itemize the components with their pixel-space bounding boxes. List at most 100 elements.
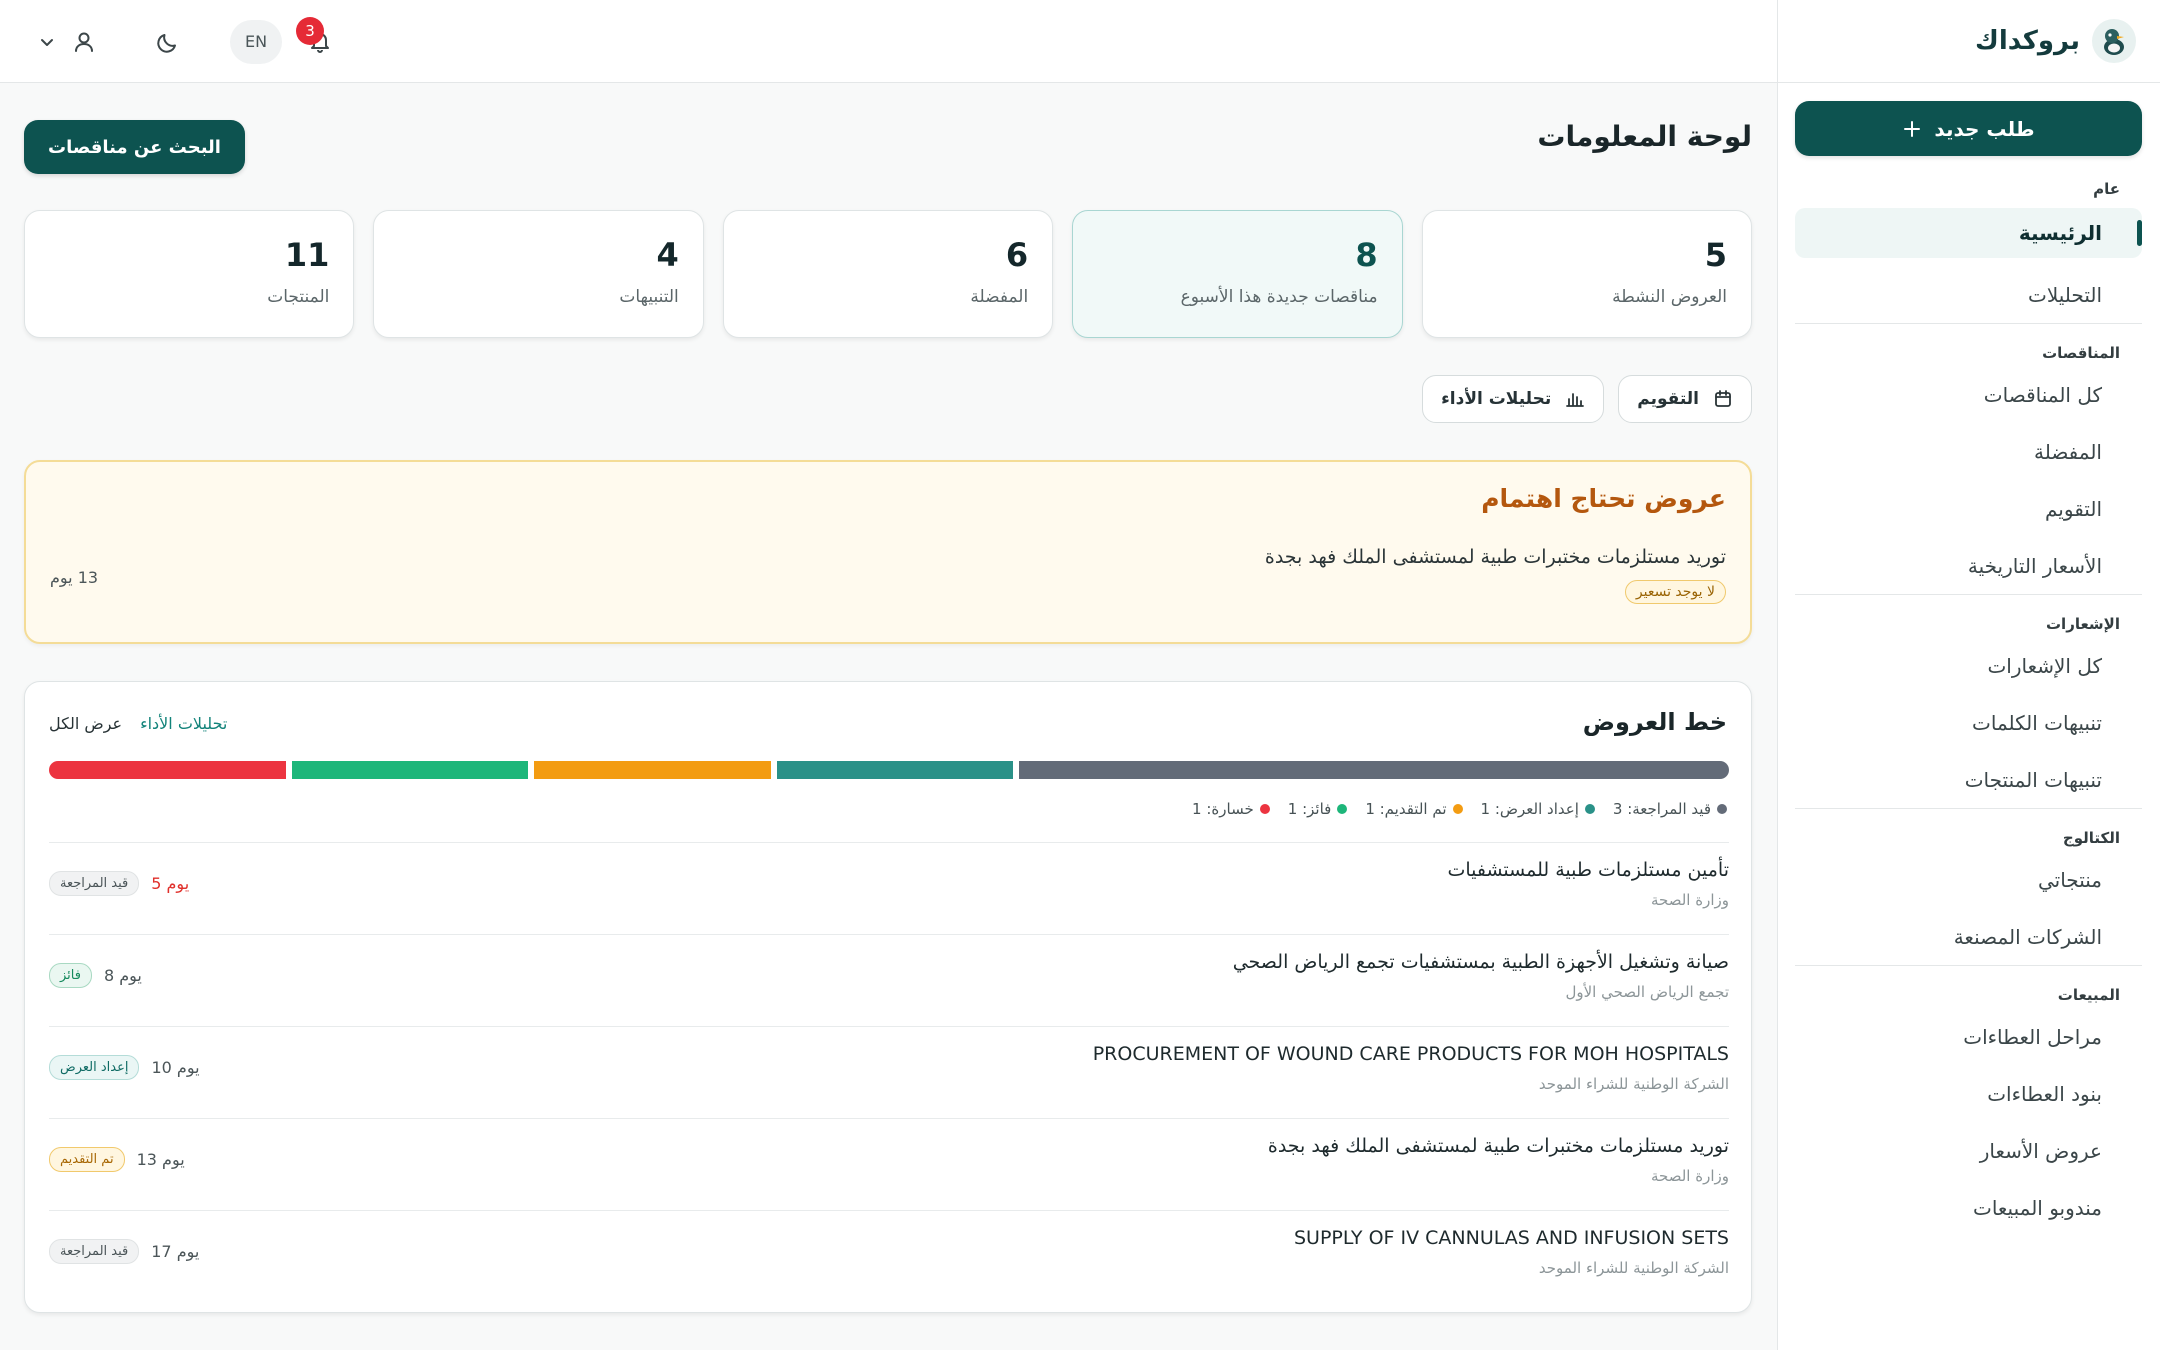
sidebar-item-calendar[interactable]: التقويم [1795,480,2142,537]
sidebar-item-historical-prices[interactable]: الأسعار التاريخية [1795,537,2142,594]
sidebar-item-quotations[interactable]: عروض الأسعار [1795,1122,2142,1179]
language-toggle[interactable]: EN [230,19,282,64]
sidebar-item-bid-stages[interactable]: مراحل العطاءات [1795,1008,2142,1065]
pipeline-segment-submitted [534,761,771,779]
offer-meta: تم التقديم 13 يوم [49,1147,185,1172]
legend-item: إعداد العرض: 1 [1481,800,1595,818]
brand[interactable]: بروكداك [1778,0,2160,83]
calendar-icon [1713,389,1733,409]
sidebar-item-bid-items[interactable]: بنود العطاءات [1795,1065,2142,1122]
days-remaining: 17 يوم [151,1242,200,1261]
pipeline-analytics-link[interactable]: تحليلات الأداء [140,714,227,733]
sidebar-item-favorites[interactable]: المفضلة [1795,423,2142,480]
new-request-button[interactable]: طلب جديد [1795,101,2142,156]
offers-pipeline-card: خط العروض تحليلات الأداء عرض الكل قيد ال… [24,681,1752,1313]
duck-logo-icon [2092,19,2136,63]
brand-name: بروكداك [1975,26,2080,56]
nav-group-title: المبيعات [2057,986,2120,1004]
offer-title[interactable]: تأمين مستلزمات طبية للمستشفيات [1447,859,1729,881]
days-remaining: 8 يوم [103,966,142,985]
page-title: لوحة المعلومات [1537,120,1752,153]
offer-title[interactable]: PROCUREMENT OF WOUND CARE PRODUCTS FOR M… [1093,1043,1729,1065]
pipeline-progress-bar [48,761,1729,779]
offer-title[interactable]: SUPPLY OF IV CANNULAS AND INFUSION SETS [1294,1227,1729,1249]
stat-label: مناقصات جديدة هذا الأسبوع [1180,287,1378,307]
stat-label: المنتجات [267,287,330,307]
pipeline-view-all-link[interactable]: عرض الكل [49,714,122,733]
status-badge: إعداد العرض [49,1055,140,1080]
legend-dot [1584,804,1595,814]
legend-dot [1259,804,1270,814]
pipeline-list: تأمين مستلزمات طبية للمستشفيات وزارة الص… [49,842,1729,1302]
stat-card-active-offers[interactable]: 5 العروض النشطة [1421,210,1752,338]
legend-dot [1452,804,1463,814]
pipeline-title: خط العروض [1582,708,1727,736]
offer-meta: إعداد العرض 10 يوم [49,1055,200,1080]
moon-icon[interactable] [146,20,190,64]
pipeline-legend: قيد المراجعة: 3 إعداد العرض: 1 تم التقدي… [1192,800,1727,818]
stat-card-alerts[interactable]: 4 التنبيهات [373,210,704,338]
attention-card: عروض تحتاج اهتمام توريد مستلزمات مختبرات… [24,460,1752,644]
attention-item-days: 13 يوم [50,568,99,587]
sidebar-nav: عام الرئيسية التحليلات المناقصات كل المن… [1777,176,2160,1236]
stat-card-favorites[interactable]: 6 المفضلة [722,210,1054,338]
list-item[interactable]: صيانة وتشغيل الأجهزة الطبية بمستشفيات تج… [49,934,1729,1026]
bell-icon[interactable]: 3 [296,16,342,64]
offer-title[interactable]: صيانة وتشغيل الأجهزة الطبية بمستشفيات تج… [1233,951,1729,973]
top-bar: EN 3 [0,0,1777,83]
nav-group-general: عام الرئيسية التحليلات [1777,176,2160,323]
pipeline-segment-lost [48,761,286,779]
plus-icon [1902,119,1922,139]
list-item[interactable]: SUPPLY OF IV CANNULAS AND INFUSION SETS … [49,1210,1729,1302]
attention-title: عروض تحتاج اهتمام [1481,484,1726,513]
list-item[interactable]: تأمين مستلزمات طبية للمستشفيات وزارة الص… [49,842,1729,934]
legend-label: تم التقديم: 1 [1365,800,1447,818]
chevron-down-icon[interactable] [32,20,62,64]
stat-value: 5 [1704,236,1727,274]
user-icon[interactable] [62,20,106,64]
offer-agency: وزارة الصحة [1651,891,1729,909]
list-item[interactable]: PROCUREMENT OF WOUND CARE PRODUCTS FOR M… [49,1026,1729,1118]
stat-label: العروض النشطة [1612,287,1727,307]
offer-meta: قيد المراجعة 5 يوم [49,871,189,896]
sidebar-item-keyword-alerts[interactable]: تنبيهات الكلمات [1795,694,2142,751]
bar-chart-icon [1565,389,1585,409]
sidebar-item-manufacturers[interactable]: الشركات المصنعة [1795,908,2142,965]
top-bar-actions: EN 3 [32,0,342,83]
nav-group-title: عام [2093,180,2120,198]
sidebar-item-sales-reps[interactable]: مندوبو المبيعات [1795,1179,2142,1236]
list-item[interactable]: توريد مستلزمات مختبرات طبية لمستشفى المل… [49,1118,1729,1210]
sidebar-item-product-alerts[interactable]: تنبيهات المنتجات [1795,751,2142,808]
days-remaining: 13 يوم [136,1150,185,1169]
nav-group-title: الكتالوج [2062,829,2120,847]
sidebar-item-all-tenders[interactable]: كل المناقصات [1795,366,2142,423]
offer-title[interactable]: توريد مستلزمات مختبرات طبية لمستشفى المل… [1268,1135,1729,1157]
legend-label: إعداد العرض: 1 [1480,800,1579,818]
new-request-label: طلب جديد [1934,116,2035,141]
main-content: لوحة المعلومات البحث عن مناقصات 5 العروض… [23,84,1752,1313]
nav-group-title: المناقصات [2042,344,2120,362]
stat-card-products[interactable]: 11 المنتجات [23,210,355,338]
stat-value: 8 [1355,236,1378,274]
attention-item-title[interactable]: توريد مستلزمات مختبرات طبية لمستشفى المل… [1265,546,1726,568]
legend-label: قيد المراجعة: 3 [1612,800,1711,818]
page-header: لوحة المعلومات البحث عن مناقصات [24,84,1752,184]
sidebar-item-all-notifications[interactable]: كل الإشعارات [1795,637,2142,694]
performance-analytics-button[interactable]: تحليلات الأداء [1422,375,1605,423]
nav-group-sales: المبيعات مراحل العطاءات بنود العطاءات عر… [1795,965,2142,1236]
legend-label: فائز: 1 [1287,800,1332,818]
nav-group-notifications: الإشعارات كل الإشعارات تنبيهات الكلمات ت… [1795,594,2142,808]
search-tenders-button[interactable]: البحث عن مناقصات [24,120,245,174]
calendar-button[interactable]: التقويم [1618,375,1752,423]
offer-agency: الشركة الوطنية للشراء الموحد [1538,1259,1729,1277]
stat-value: 6 [1005,236,1029,274]
sidebar-item-home[interactable]: الرئيسية [1795,208,2142,258]
sidebar: بروكداك طلب جديد عام الرئيسية التحليلات … [1777,0,2160,1350]
sidebar-item-my-products[interactable]: منتجاتي [1795,851,2142,908]
stat-label: المفضلة [970,287,1029,307]
stats-row: 5 العروض النشطة 8 مناقصات جديدة هذا الأس… [23,210,1752,338]
stat-card-new-tenders[interactable]: 8 مناقصات جديدة هذا الأسبوع [1072,210,1403,338]
sidebar-item-analytics[interactable]: التحليلات [1795,266,2142,323]
legend-item: تم التقديم: 1 [1365,800,1463,818]
nav-group-catalog: الكتالوج منتجاتي الشركات المصنعة [1795,808,2142,965]
